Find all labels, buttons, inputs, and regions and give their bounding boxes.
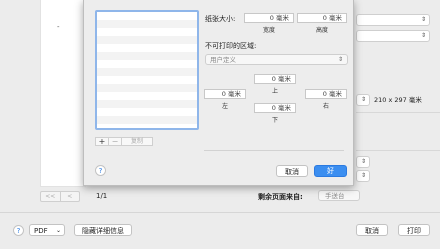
list-item[interactable]	[97, 52, 197, 60]
chevron-updown-icon: ⇕	[360, 158, 366, 165]
list-item[interactable]	[97, 100, 197, 108]
custom-paper-size-sheet: + − 复制 纸张大小: 0 毫米 宽度 0 毫米 高度 不可打印的区域: 用户…	[83, 0, 354, 186]
remove-button[interactable]: −	[108, 138, 121, 146]
list-item[interactable]	[97, 20, 197, 28]
page-count: 1/1	[96, 192, 108, 200]
list-item[interactable]	[97, 84, 197, 92]
bottom-label: 下	[271, 117, 278, 124]
duplicate-button[interactable]: 复制	[121, 138, 152, 145]
nonprintable-area-label: 不可打印的区域:	[205, 42, 257, 50]
list-item[interactable]	[97, 92, 197, 100]
bottom-margin-field[interactable]: 0 毫米	[254, 103, 296, 113]
chevron-updown-icon: ⇕	[337, 56, 343, 63]
divider	[356, 112, 440, 113]
paper-size-label: 纸张大小:	[205, 15, 236, 23]
page-navigation: << <	[40, 191, 80, 202]
chevron-updown-icon: ⇕	[420, 32, 426, 39]
chevron-updown-icon: ⇕	[360, 96, 366, 103]
previous-page-button[interactable]: <	[59, 192, 80, 201]
top-margin-field[interactable]: 0 毫米	[254, 74, 296, 84]
width-field[interactable]: 0 毫米	[244, 13, 294, 23]
width-label: 宽度	[262, 27, 275, 34]
ok-button[interactable]: 好	[314, 165, 347, 177]
add-button[interactable]: +	[96, 138, 108, 146]
user-defined-select[interactable]: 用户定义 ⇕	[205, 54, 348, 65]
pdf-menu-button[interactable]: PDF ⌄	[29, 224, 65, 236]
left-label: 左	[221, 103, 228, 110]
list-item[interactable]	[97, 60, 197, 68]
hide-details-button[interactable]: 隐藏详细信息	[74, 224, 132, 236]
custom-size-list[interactable]	[95, 10, 199, 130]
presets-select[interactable]: ⇕	[356, 30, 430, 42]
chevron-updown-icon: ⇕	[420, 16, 426, 23]
help-button[interactable]: ?	[13, 225, 24, 236]
list-item[interactable]	[97, 44, 197, 52]
list-controls: + − 复制	[95, 137, 153, 146]
print-preview-page: -	[40, 0, 86, 187]
list-item[interactable]	[97, 36, 197, 44]
list-item[interactable]	[97, 12, 197, 20]
printer-select[interactable]: ⇕	[356, 14, 430, 26]
left-margin-field[interactable]: 0 毫米	[204, 89, 246, 99]
option-select[interactable]: ⇕	[356, 170, 370, 182]
list-item[interactable]	[97, 28, 197, 36]
section-select[interactable]: ⇕	[356, 156, 370, 168]
chevron-down-icon: ⌄	[55, 227, 61, 234]
list-item[interactable]	[97, 116, 197, 124]
right-margin-field[interactable]: 0 毫米	[305, 89, 347, 99]
top-label: 上	[271, 88, 278, 95]
list-item[interactable]	[97, 76, 197, 84]
height-label: 高度	[315, 27, 328, 34]
list-item[interactable]	[97, 124, 197, 128]
paper-size-select[interactable]: ⇕	[356, 94, 370, 106]
help-button[interactable]: ?	[95, 165, 106, 176]
chevron-updown-icon: ⇕	[360, 172, 366, 179]
user-defined-value: 用户定义	[210, 56, 236, 64]
first-page-button[interactable]: <<	[41, 192, 60, 201]
paper-dimensions: 210 x 297 毫米	[374, 96, 422, 104]
paper-source-label: 剩余页面来自:	[258, 193, 303, 201]
divider	[356, 150, 440, 151]
pdf-label: PDF	[34, 227, 48, 235]
right-label: 右	[322, 103, 329, 110]
height-field[interactable]: 0 毫米	[297, 13, 347, 23]
print-button[interactable]: 打印	[398, 224, 430, 236]
divider	[204, 150, 344, 151]
preview-mark: -	[57, 23, 60, 31]
paper-source-select[interactable]: 手送台	[318, 190, 360, 201]
sheet-cancel-button[interactable]: 取消	[276, 165, 308, 177]
list-item[interactable]	[97, 108, 197, 116]
list-item[interactable]	[97, 68, 197, 76]
cancel-button[interactable]: 取消	[356, 224, 388, 236]
